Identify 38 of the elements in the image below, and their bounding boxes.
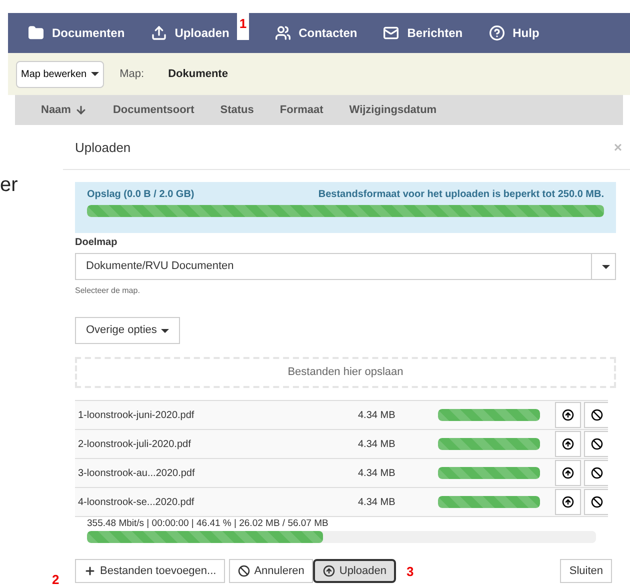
column-header[interactable]: Wijzigingsdatum xyxy=(349,102,437,118)
target-label: Doelmap xyxy=(75,236,118,250)
file-name: 3-loonstrook-au...2020.pdf xyxy=(78,466,196,480)
file-name: 2-loonstrook-juli-2020.pdf xyxy=(78,438,192,452)
footer-button[interactable]: Annuleren xyxy=(229,559,314,584)
file-size: 4.34 MB xyxy=(358,408,396,422)
map-name: Dokumente xyxy=(168,66,228,82)
edit-map-button[interactable]: Map bewerken xyxy=(16,60,104,88)
more-options-button[interactable]: Overige opties xyxy=(75,317,180,344)
file-size: 4.34 MB xyxy=(358,466,396,480)
footer-button[interactable]: Sluiten xyxy=(560,559,612,584)
size-limit-text: Bestandsformaat voor het uploaden is beperkt tot 250.0 MB. xyxy=(318,188,604,202)
background-text: er xyxy=(0,173,18,198)
drop-zone[interactable]: Bestanden hier opslaan xyxy=(75,357,616,388)
nav-item[interactable]: Uploaden xyxy=(150,24,230,42)
target-select[interactable]: Dokumente/RVU Documenten xyxy=(75,253,616,280)
file-size: 4.34 MB xyxy=(358,496,396,510)
transfer-stats: 355.48 Mbit/s | 00:00:00 | 46.41 % | 26.02 MB / 56.07 MB xyxy=(86,517,330,531)
column-header[interactable]: Documentsoort xyxy=(112,102,194,118)
column-header[interactable]: Status xyxy=(220,102,254,118)
file-name: 1-loonstrook-juni-2020.pdf xyxy=(78,408,196,422)
step-marker: 2 xyxy=(52,571,60,587)
file-name: 4-loonstrook-se...2020.pdf xyxy=(78,496,196,510)
nav-item[interactable]: Berichten xyxy=(383,24,463,42)
step-marker: 3 xyxy=(406,562,414,580)
nav-item[interactable]: Documenten xyxy=(28,24,125,42)
dialog-title: Uploaden xyxy=(75,138,131,157)
nav-item[interactable]: Contacten xyxy=(274,24,358,42)
nav-item[interactable]: Hulp xyxy=(488,24,540,42)
footer-button[interactable]: Bestanden toevoegen... xyxy=(75,559,226,584)
map-label: Map: xyxy=(120,66,144,82)
target-hint: Selecteer de map. xyxy=(75,285,141,297)
column-header[interactable]: Formaat xyxy=(280,102,324,118)
column-header[interactable]: Naam xyxy=(41,102,87,118)
footer-button[interactable]: Uploaden xyxy=(313,559,396,584)
storage-label: Opslag (0.0 B / 2.0 GB) xyxy=(87,188,194,202)
step-marker: 1 xyxy=(237,13,249,40)
file-size: 4.34 MB xyxy=(358,438,396,452)
